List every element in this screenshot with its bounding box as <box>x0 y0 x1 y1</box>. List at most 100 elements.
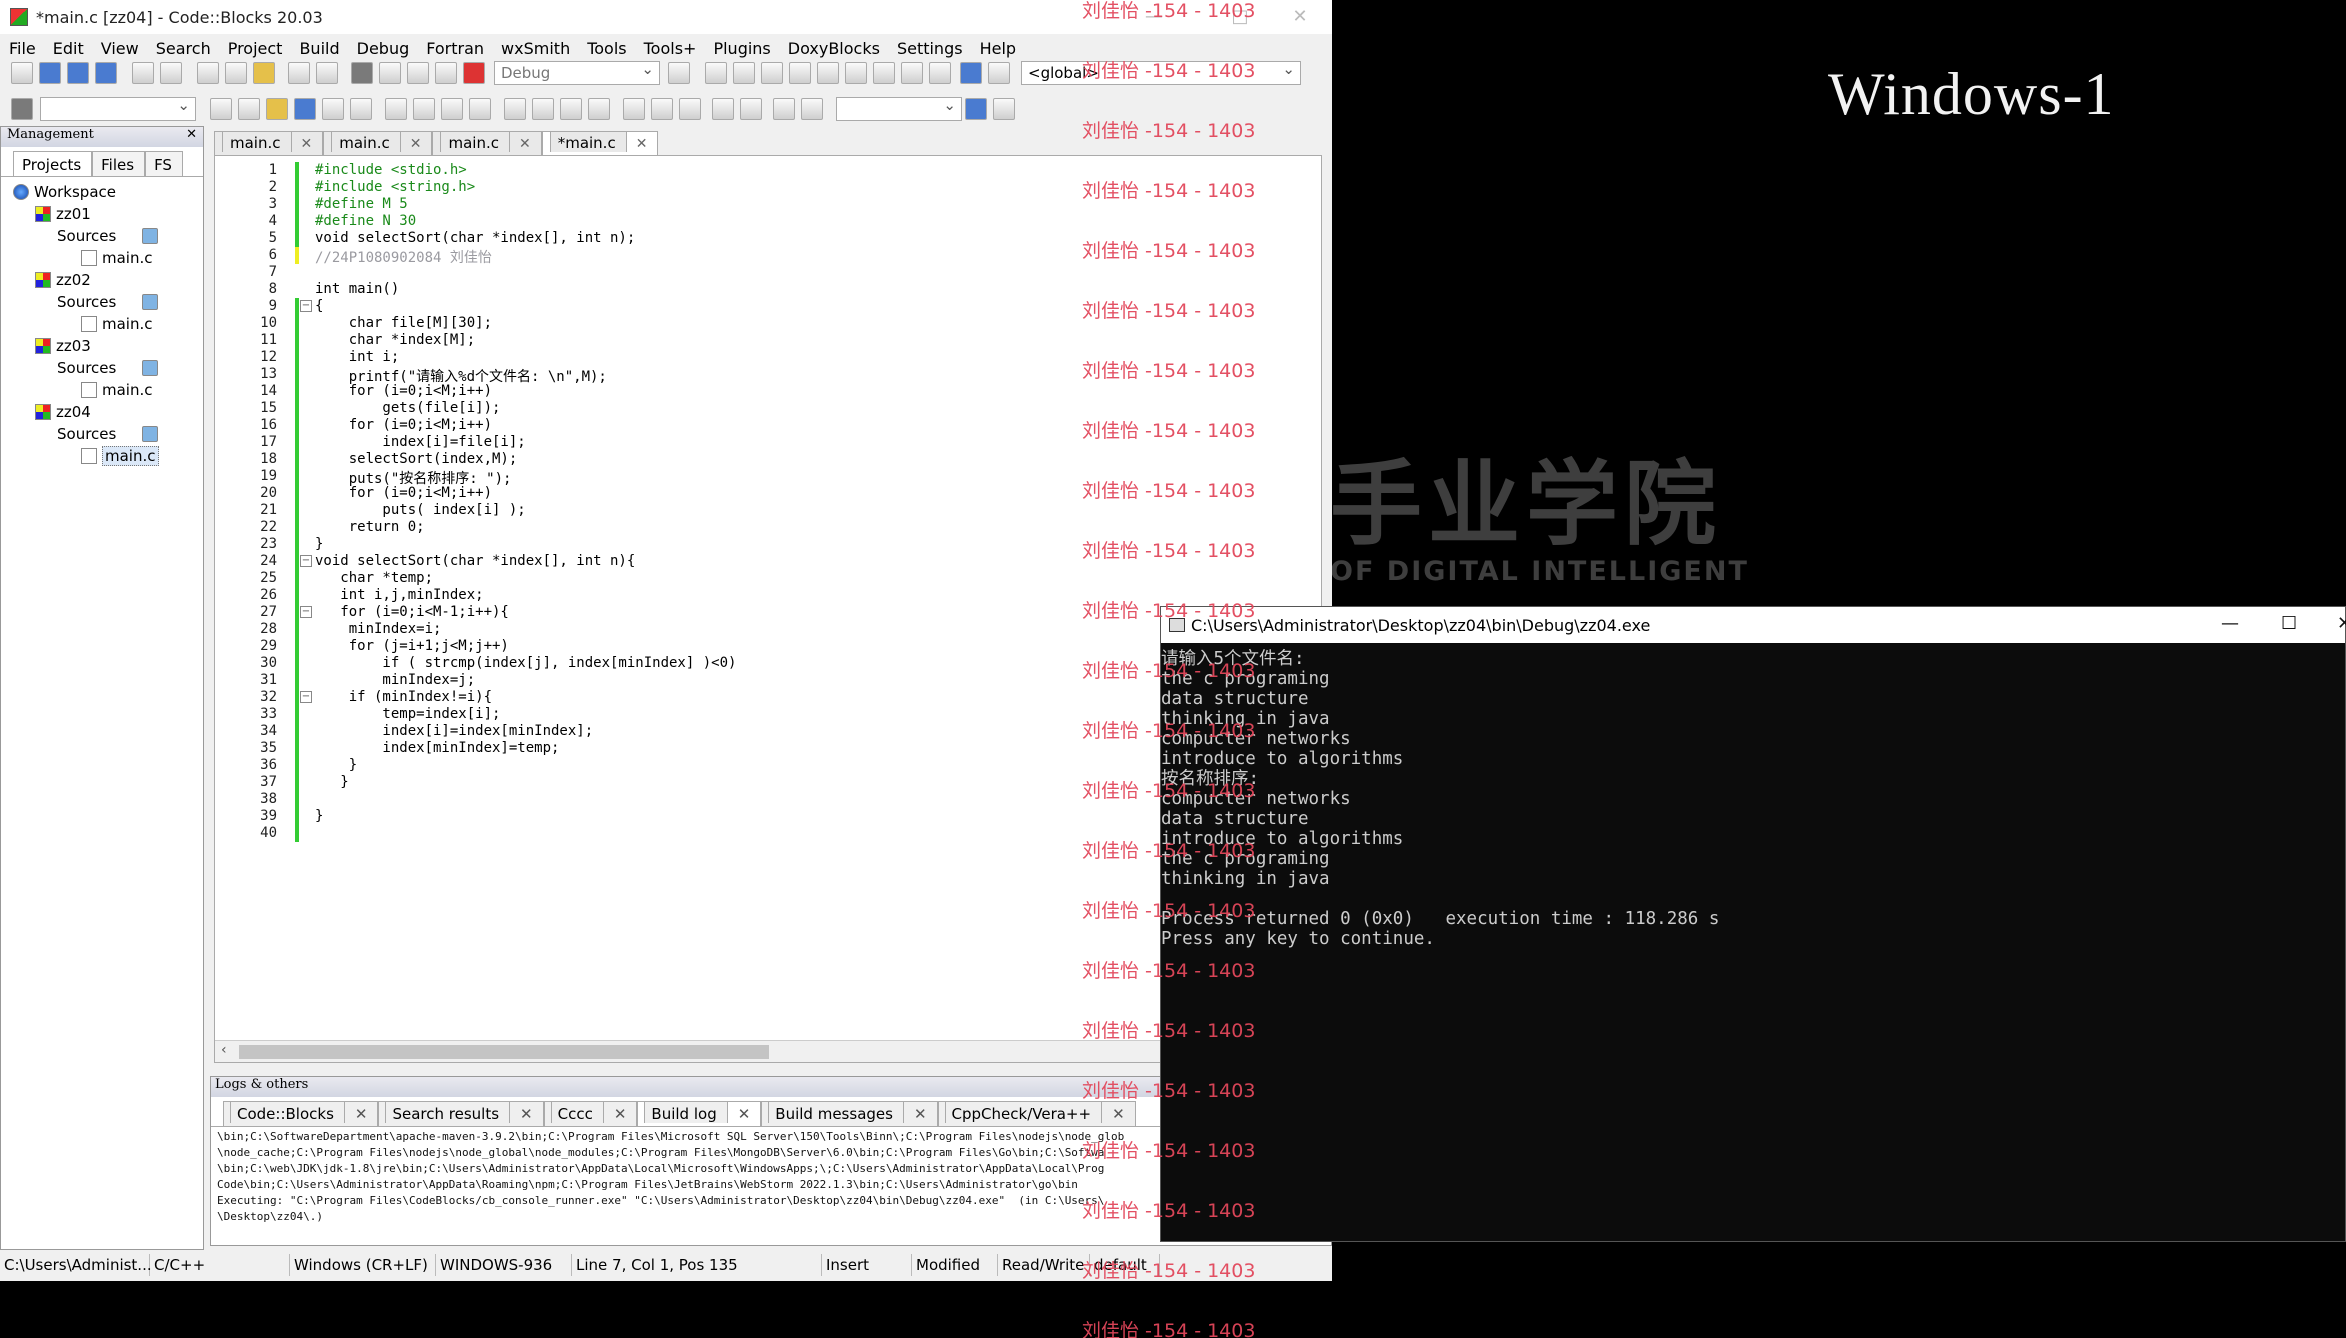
run-icon[interactable] <box>379 62 401 84</box>
tree-sources-folder[interactable]: Sources <box>57 357 158 379</box>
abort-icon[interactable] <box>463 62 485 84</box>
fold-marker-icon[interactable]: − <box>300 606 312 618</box>
step-into-icon[interactable] <box>789 62 811 84</box>
editor-tab[interactable]: *main.c ✕ <box>541 131 659 155</box>
forward-arrow-icon[interactable] <box>238 98 260 120</box>
debug-run-icon[interactable] <box>705 62 727 84</box>
close-icon[interactable]: ✕ <box>1280 4 1320 30</box>
editor-tab[interactable]: main.c ✕ <box>432 131 542 155</box>
build-icon[interactable] <box>407 62 429 84</box>
tree-workspace[interactable]: Workspace <box>13 181 116 203</box>
new-file-icon[interactable] <box>11 62 33 84</box>
tab-close-icon[interactable]: ✕ <box>410 136 422 152</box>
save-all-icon[interactable] <box>95 62 117 84</box>
log-tab[interactable]: Build log ✕ <box>637 1101 762 1126</box>
tree-file[interactable]: main.c <box>81 445 159 467</box>
show-target-icon[interactable] <box>668 62 690 84</box>
console-maximize-icon[interactable]: ☐ <box>2281 613 2297 634</box>
highlight-icon[interactable] <box>266 98 288 120</box>
frame-3-icon[interactable] <box>679 98 701 120</box>
tree-project-zz04[interactable]: zz04 <box>35 401 91 423</box>
search-icon[interactable] <box>965 98 987 120</box>
frame-1-icon[interactable] <box>623 98 645 120</box>
bookmark-icon[interactable] <box>294 98 316 120</box>
zoom-out-icon[interactable] <box>740 98 762 120</box>
tree-sources-folder[interactable]: Sources <box>57 225 158 247</box>
log-tab[interactable]: Search results ✕ <box>378 1101 544 1126</box>
log-tab[interactable]: Build messages ✕ <box>761 1101 938 1126</box>
tab-close-icon[interactable]: ✕ <box>301 136 313 152</box>
replace-icon[interactable] <box>316 62 338 84</box>
tab-projects[interactable]: Projects <box>13 151 93 176</box>
tree-sources-folder[interactable]: Sources <box>57 291 158 313</box>
editor-tab[interactable]: main.c ✕ <box>323 131 433 155</box>
break-icon[interactable] <box>901 62 923 84</box>
search-select[interactable] <box>836 96 962 121</box>
toggle-icon[interactable] <box>11 98 33 120</box>
c-icon[interactable] <box>801 98 823 120</box>
horizontal-scrollbar[interactable]: ‹ <box>215 1040 1321 1062</box>
block-1-icon[interactable] <box>504 98 526 120</box>
tab-close-icon[interactable]: ✕ <box>520 1105 533 1123</box>
tree-project-zz01[interactable]: zz01 <box>35 203 91 225</box>
fold-marker-icon[interactable]: − <box>300 555 312 567</box>
block-4-icon[interactable] <box>588 98 610 120</box>
grid-icon[interactable] <box>441 98 463 120</box>
tree-project-zz02[interactable]: zz02 <box>35 269 91 291</box>
console-minimize-icon[interactable]: — <box>2221 613 2239 634</box>
fold-marker-icon[interactable]: − <box>300 691 312 703</box>
tab-close-icon[interactable]: ✕ <box>636 136 648 152</box>
build-run-icon[interactable] <box>435 62 457 84</box>
close-panel-icon[interactable]: ✕ <box>186 127 197 142</box>
cut-icon[interactable] <box>197 62 219 84</box>
tab-files[interactable]: Files <box>92 151 146 176</box>
image-icon[interactable] <box>469 98 491 120</box>
console-close-icon[interactable]: ✕ <box>2337 613 2346 634</box>
copy-icon[interactable] <box>225 62 247 84</box>
step-instruction-icon[interactable] <box>873 62 895 84</box>
tree-file[interactable]: main.c <box>81 379 153 401</box>
settings-gear-icon[interactable] <box>351 62 373 84</box>
tab-fs[interactable]: FS <box>145 151 183 176</box>
open-icon[interactable] <box>39 62 61 84</box>
undo-icon[interactable] <box>132 62 154 84</box>
step-out-icon[interactable] <box>817 62 839 84</box>
s-icon[interactable] <box>773 98 795 120</box>
scroll-left-icon[interactable]: ‹ <box>221 1042 227 1058</box>
build-target-select[interactable]: Debug <box>494 60 660 85</box>
fold-marker-icon[interactable]: − <box>300 300 312 312</box>
tree-file[interactable]: main.c <box>81 247 153 269</box>
function-select[interactable] <box>40 96 196 121</box>
tab-close-icon[interactable]: ✕ <box>914 1105 927 1123</box>
block-2-icon[interactable] <box>532 98 554 120</box>
log-tab[interactable]: Code::Blocks ✕ <box>223 1101 379 1126</box>
rectangle-icon[interactable] <box>413 98 435 120</box>
cursor-icon[interactable] <box>385 98 407 120</box>
debug-info-icon[interactable] <box>988 62 1010 84</box>
tab-close-icon[interactable]: ✕ <box>355 1105 368 1123</box>
scrollbar-thumb[interactable] <box>239 1045 769 1059</box>
match-case-icon[interactable] <box>322 98 344 120</box>
regex-icon[interactable] <box>350 98 372 120</box>
paste-icon[interactable] <box>253 62 275 84</box>
save-icon[interactable] <box>67 62 89 84</box>
tab-close-icon[interactable]: ✕ <box>738 1105 751 1123</box>
wrench-icon[interactable] <box>993 98 1015 120</box>
tree-project-zz03[interactable]: zz03 <box>35 335 91 357</box>
editor-tab[interactable]: main.c ✕ <box>214 131 324 155</box>
tree-sources-folder[interactable]: Sources <box>57 423 158 445</box>
frame-2-icon[interactable] <box>651 98 673 120</box>
log-tab[interactable]: Cccc ✕ <box>543 1101 638 1126</box>
redo-icon[interactable] <box>160 62 182 84</box>
find-icon[interactable] <box>288 62 310 84</box>
tab-close-icon[interactable]: ✕ <box>1112 1105 1125 1123</box>
back-arrow-icon[interactable] <box>210 98 232 120</box>
tab-close-icon[interactable]: ✕ <box>614 1105 627 1123</box>
tree-file[interactable]: main.c <box>81 313 153 335</box>
log-tab[interactable]: CppCheck/Vera++ ✕ <box>937 1101 1136 1126</box>
debug-windows-icon[interactable] <box>960 62 982 84</box>
next-line-icon[interactable] <box>761 62 783 84</box>
tab-close-icon[interactable]: ✕ <box>519 136 531 152</box>
zoom-in-icon[interactable] <box>712 98 734 120</box>
block-3-icon[interactable] <box>560 98 582 120</box>
